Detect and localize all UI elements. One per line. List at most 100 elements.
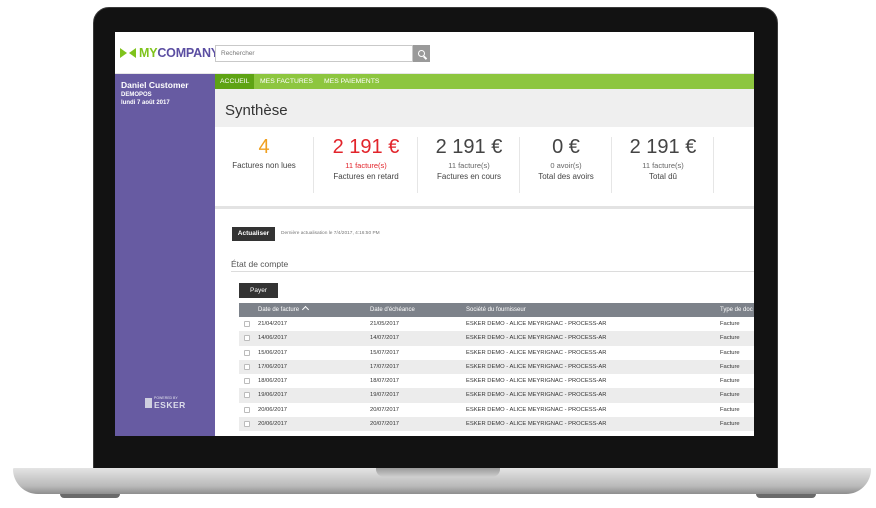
invoice-date-cell: 20/06/2017 [258, 421, 288, 428]
main-nav: ACCUEIL MES FACTURES MES PAIEMENTS [215, 74, 754, 89]
due-date-cell: 17/07/2017 [370, 363, 400, 370]
table-row[interactable]: 18/06/2017 18/07/2017 ESKER DEMO - ALICE M… [239, 374, 754, 389]
due-date-cell: 20/07/2017 [370, 421, 400, 428]
invoice-date-cell: 19/06/2017 [258, 392, 288, 399]
section-title: État de compte [231, 259, 289, 269]
laptop-notch [376, 468, 500, 477]
table-row[interactable]: 20/06/2017 20/07/2017 ESKER DEMO - ALICE M… [239, 417, 754, 432]
table-row[interactable]: 20/06/2017 20/07/2017 ESKER DEMO - ALICE M… [239, 402, 754, 418]
stat-label: Factures non lues [232, 161, 296, 170]
invoice-date-cell: 15/06/2017 [258, 349, 288, 356]
stat-sub: 11 facture(s) [642, 161, 684, 170]
doc-type-cell: Facture [720, 321, 740, 327]
table-row[interactable]: 15/06/2017 15/07/2017 ESKER DEMO - ALICE M… [239, 345, 754, 360]
divider [713, 137, 714, 193]
table-row[interactable]: 19/06/2017 19/07/2017 ESKER DEMO - ALICE M… [239, 388, 754, 403]
tab-accueil[interactable]: ACCUEIL [215, 74, 255, 89]
column-label: Date de facture [258, 307, 300, 313]
tab-mes-paiements[interactable]: MES PAIEMENTS [319, 74, 384, 89]
esker-icon [145, 398, 152, 408]
row-checkbox[interactable] [244, 335, 250, 342]
laptop-foot [60, 494, 120, 498]
supplier-cell: ESKER DEMO - ALICE MEYRIGNAC - PROCESS-A… [466, 349, 607, 356]
divider [313, 137, 314, 193]
row-checkbox[interactable] [244, 321, 250, 327]
last-refresh-text: Dernière actualisation le 7/4/2017, 4:16… [281, 231, 380, 236]
invoice-date-cell: 20/06/2017 [258, 406, 288, 413]
due-date-cell: 18/07/2017 [370, 378, 400, 385]
stat-value: 2 191 € [332, 136, 400, 158]
stat-credit-notes[interactable]: 0 € 0 avoir(s) Total des avoirs [525, 134, 607, 198]
due-date-cell: 14/07/2017 [370, 335, 400, 342]
stat-total-due[interactable]: 2 191 € 11 facture(s) Total dû [617, 134, 709, 198]
row-checkbox[interactable] [244, 378, 250, 385]
search-input[interactable]: Rechercher [215, 45, 413, 62]
invoice-date-cell: 14/06/2017 [258, 335, 288, 342]
logo-text: MYCOMPANY [139, 46, 219, 60]
account-statement-panel: Actualiser Dernière actualisation le 7/4… [215, 212, 754, 436]
stat-overdue-invoices[interactable]: 2 191 € 11 facture(s) Factures en retard [319, 134, 413, 198]
table-body: 21/04/2017 21/05/2017 ESKER DEMO - ALICE M… [239, 317, 754, 432]
stat-sub: 11 facture(s) [448, 161, 490, 170]
column-header-invoice-date[interactable]: Date de facture [258, 303, 310, 317]
stat-value: 4 [258, 136, 270, 158]
supplier-cell: ESKER DEMO - ALICE MEYRIGNAC - PROCESS-A… [466, 421, 607, 428]
invoice-table: Date de facture Date d'échéance Société … [239, 303, 754, 432]
company-logo[interactable]: MYCOMPANY [120, 46, 219, 60]
row-checkbox[interactable] [244, 349, 250, 356]
sort-ascending-icon [301, 305, 310, 314]
stat-label: Factures en retard [333, 172, 399, 181]
column-header-supplier[interactable]: Société du fournisseur [466, 303, 526, 317]
due-date-cell: 19/07/2017 [370, 392, 400, 399]
sidebar: Daniel Customer DEMOPOS lundi 7 août 201… [115, 74, 215, 436]
pay-button[interactable]: Payer [239, 283, 278, 298]
app-screen: MYCOMPANY Rechercher Daniel Customer DEM… [115, 32, 754, 436]
table-row[interactable]: 17/06/2017 17/07/2017 ESKER DEMO - ALICE M… [239, 359, 754, 375]
row-checkbox[interactable] [244, 363, 250, 370]
stat-label: Total des avoirs [538, 172, 594, 181]
user-company: DEMOPOS [121, 92, 152, 98]
supplier-cell: ESKER DEMO - ALICE MEYRIGNAC - PROCESS-A… [466, 406, 607, 413]
doc-type-cell: Facture [720, 378, 740, 385]
refresh-button[interactable]: Actualiser [232, 227, 275, 241]
stat-sub: 11 facture(s) [345, 161, 387, 170]
table-row[interactable]: 14/06/2017 14/07/2017 ESKER DEMO - ALICE M… [239, 331, 754, 346]
column-header-doc-type[interactable]: Type de doc [720, 303, 753, 317]
stat-unread-invoices[interactable]: 4 Factures non lues [221, 134, 307, 198]
stat-value: 2 191 € [435, 136, 503, 158]
search-button[interactable] [413, 45, 430, 62]
due-date-cell: 15/07/2017 [370, 349, 400, 356]
due-date-cell: 20/07/2017 [370, 406, 400, 413]
section-divider [231, 271, 754, 272]
invoice-date-cell: 17/06/2017 [258, 363, 288, 370]
invoice-date-cell: 18/06/2017 [258, 378, 288, 385]
supplier-cell: ESKER DEMO - ALICE MEYRIGNAC - PROCESS-A… [466, 392, 607, 399]
row-checkbox[interactable] [244, 421, 250, 428]
column-header-due-date[interactable]: Date d'échéance [370, 303, 415, 317]
supplier-cell: ESKER DEMO - ALICE MEYRIGNAC - PROCESS-A… [466, 363, 607, 370]
esker-text: ESKER [154, 400, 186, 410]
summary-stats: 4 Factures non lues 2 191 € 11 facture(s… [215, 127, 754, 209]
page-title: Synthèse [225, 102, 288, 119]
supplier-cell: ESKER DEMO - ALICE MEYRIGNAC - PROCESS-A… [466, 321, 607, 327]
stat-sub: 0 avoir(s) [550, 161, 582, 170]
stat-value: 2 191 € [629, 136, 697, 158]
row-checkbox[interactable] [244, 392, 250, 399]
divider [519, 137, 520, 193]
top-bar: MYCOMPANY Rechercher [115, 32, 754, 74]
current-date: lundi 7 août 2017 [121, 100, 170, 106]
stat-current-invoices[interactable]: 2 191 € 11 facture(s) Factures en cours [423, 134, 515, 198]
stat-label: Total dû [648, 172, 678, 181]
doc-type-cell: Facture [720, 335, 740, 342]
divider [611, 137, 612, 193]
row-checkbox[interactable] [244, 406, 250, 413]
doc-type-cell: Facture [720, 363, 740, 370]
logo-icon [120, 47, 137, 59]
user-name: Daniel Customer [121, 80, 189, 90]
doc-type-cell: Facture [720, 406, 740, 413]
table-row[interactable]: 21/04/2017 21/05/2017 ESKER DEMO - ALICE M… [239, 317, 754, 332]
powered-by-esker-logo: POWERED BY ESKER [145, 392, 189, 414]
tab-mes-factures[interactable]: MES FACTURES [255, 74, 318, 89]
supplier-cell: ESKER DEMO - ALICE MEYRIGNAC - PROCESS-A… [466, 378, 607, 385]
page-header: Synthèse [215, 89, 754, 127]
